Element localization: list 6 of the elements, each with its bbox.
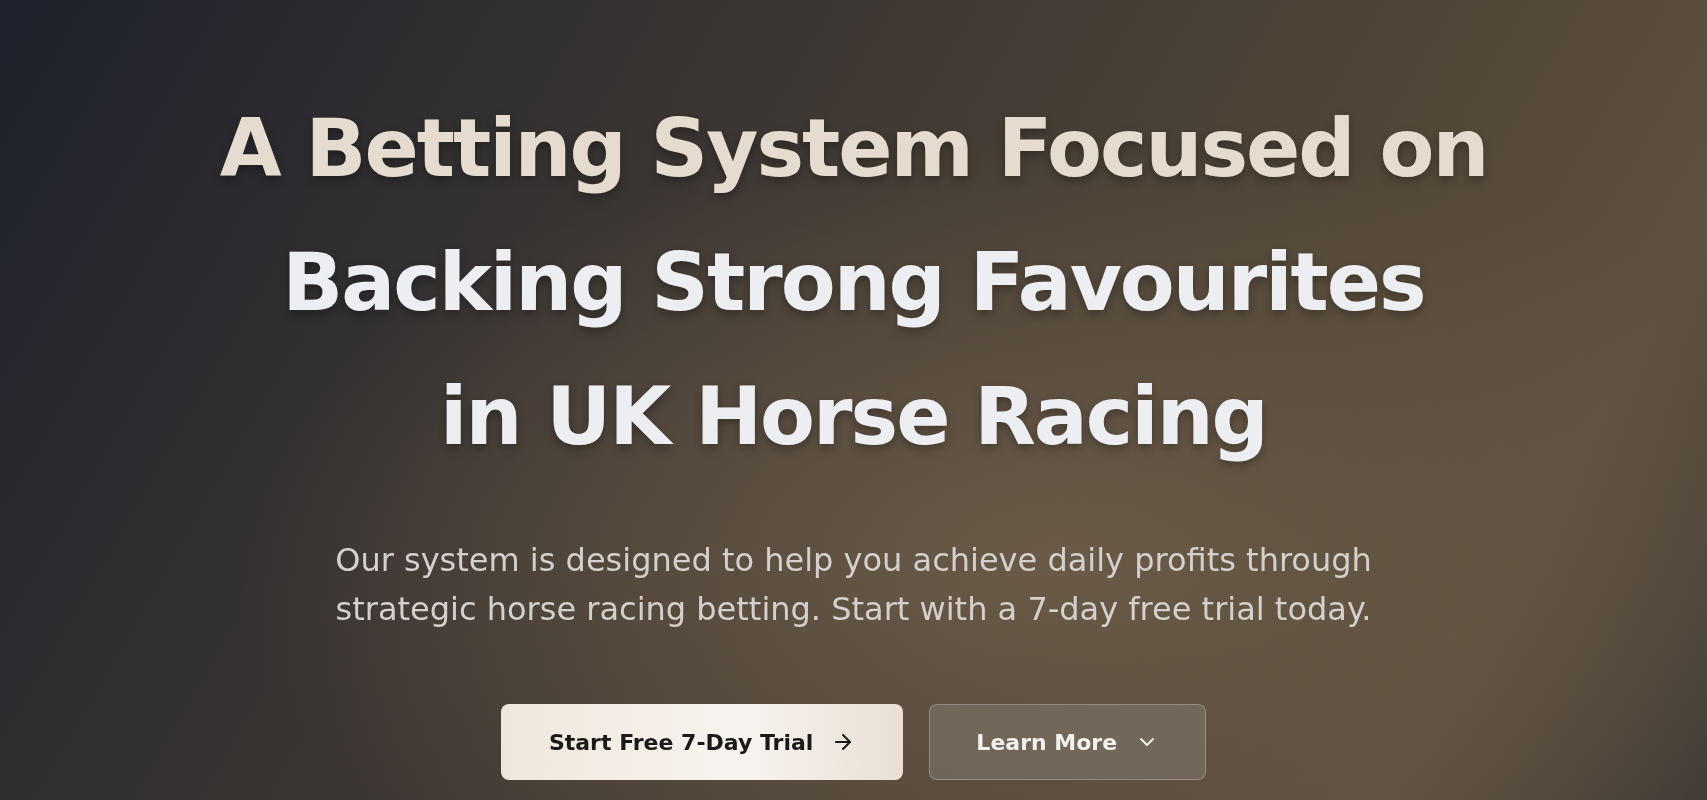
learn-more-button[interactable]: Learn More <box>929 704 1207 780</box>
headline-text: in UK Horse Racing <box>440 369 1267 465</box>
subtitle-text: Our system is designed to help you achieve daily profits through strategic horse racing betting. Start with a 7-day free trial today. <box>334 540 1373 630</box>
headline-text: A Betting System Focused on <box>219 101 1488 197</box>
start-trial-button[interactable]: Start Free 7-Day Trial <box>500 704 904 780</box>
headline-text: Backing Strong Favourites <box>282 235 1425 331</box>
